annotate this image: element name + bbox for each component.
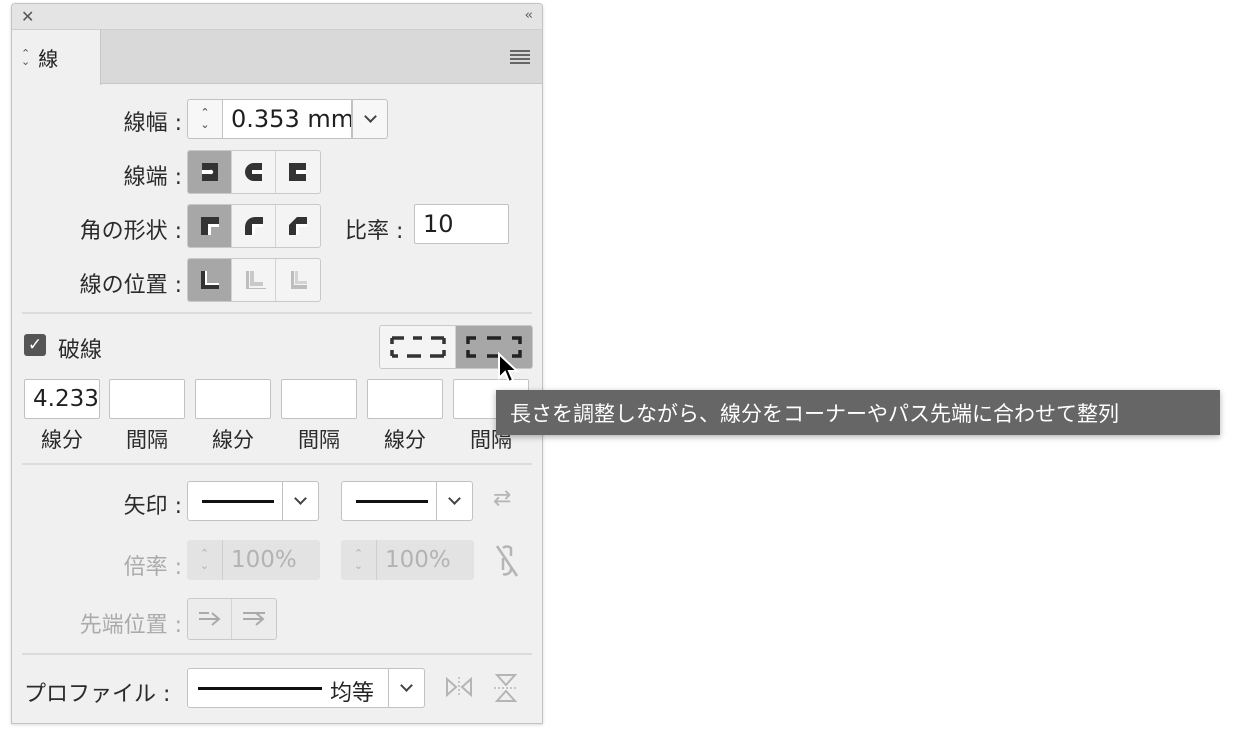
align-center-button[interactable] (188, 259, 232, 301)
panel-titlebar: ✕ ‹‹ (12, 4, 542, 30)
tooltip: 長さを調整しながら、線分をコーナーやパス先端に合わせて整列 (496, 390, 1220, 435)
weight-input[interactable]: 0.353 mm (222, 99, 352, 139)
preserve-dash-icon (389, 336, 446, 358)
dash-input-2[interactable] (195, 379, 271, 419)
chevron-down-icon (294, 492, 307, 505)
dash-input-3[interactable] (367, 379, 443, 419)
dash-label-3: 線分 (384, 428, 426, 452)
dashed-line-label: 破線 (58, 338, 103, 363)
projecting-cap-button[interactable] (276, 151, 320, 193)
gap-label-2: 間隔 (298, 428, 340, 452)
chevron-down-icon (448, 492, 461, 505)
section-divider (22, 653, 532, 655)
arrowhead-none-preview (202, 500, 274, 503)
width-profile-select[interactable]: 均等 (187, 668, 425, 708)
expand-toggle-icon[interactable]: ⌃ ⌄ (21, 48, 30, 67)
align-inside-icon (245, 271, 266, 289)
collapse-icon[interactable]: ‹‹ (525, 8, 534, 23)
butt-cap-icon (201, 163, 218, 181)
chevron-down-icon (400, 679, 413, 692)
start-scale-value: 100% (231, 547, 297, 573)
flip-along-icon[interactable] (445, 675, 473, 705)
end-arrowhead-select[interactable] (341, 481, 473, 521)
weight-dropdown-button[interactable] (352, 99, 388, 139)
section-divider (22, 312, 532, 314)
arrowhead-none-preview (356, 500, 428, 503)
gap-input-2[interactable] (281, 379, 357, 419)
preserve-dash-button[interactable] (380, 326, 456, 368)
round-join-button[interactable] (232, 205, 276, 247)
tab-stroke-label: 線 (38, 47, 59, 71)
limit-input[interactable]: 10 (414, 204, 509, 244)
arrow-at-end-icon (243, 612, 265, 626)
align-outside-button[interactable] (276, 259, 320, 301)
link-scale-icon[interactable] (495, 544, 519, 584)
panel-tabbar: ⌃ ⌄ 線 (12, 30, 542, 85)
close-icon[interactable]: ✕ (21, 7, 34, 26)
panel-menu-icon[interactable] (510, 50, 530, 64)
round-cap-icon (244, 163, 262, 181)
weight-label: 線幅 : (123, 111, 182, 136)
start-scale-stepper[interactable]: ⌃ ⌄ (187, 540, 223, 580)
start-scale-field[interactable]: ⌃ ⌄ 100% (187, 540, 320, 580)
round-join-icon (244, 217, 263, 235)
profile-name: 均等 (330, 681, 375, 706)
projecting-cap-icon (289, 163, 306, 181)
end-scale-field[interactable]: ⌃ ⌄ 100% (341, 540, 474, 580)
arrow-align-label: 先端位置 : (79, 613, 182, 638)
start-arrowhead-dropdown[interactable] (282, 482, 318, 520)
end-scale-stepper[interactable]: ⌃ ⌄ (341, 540, 377, 580)
miter-join-icon (200, 217, 219, 235)
align-stroke-button-group (187, 258, 321, 302)
limit-label: 比率 : (345, 219, 404, 244)
weight-stepper[interactable]: ⌃ ⌄ (187, 99, 223, 139)
corner-label: 角の形状 : (79, 219, 182, 244)
arrow-at-end-button[interactable] (232, 599, 276, 639)
round-cap-button[interactable] (232, 151, 276, 193)
stroke-panel: ✕ ‹‹ ⌃⌄ 線 線幅 : ⌃⌄ 0.353 mm 線端 : 角の形状 : (11, 3, 543, 724)
arrow-beyond-end-button[interactable] (188, 599, 232, 639)
bevel-join-button[interactable] (276, 205, 320, 247)
align-outside-icon (291, 271, 307, 289)
flip-across-icon[interactable] (493, 673, 519, 709)
arrow-align-button-group (187, 598, 277, 640)
section-divider (22, 463, 532, 465)
profile-preview-line (198, 687, 322, 690)
chevron-down-icon (363, 110, 377, 123)
profile-dropdown[interactable] (388, 669, 424, 707)
mouse-pointer-icon (498, 352, 520, 384)
swap-arrowheads-icon[interactable]: ⇄ (493, 486, 511, 511)
end-scale-value: 100% (385, 547, 451, 573)
corner-button-group (187, 204, 321, 248)
cap-label: 線端 : (123, 165, 182, 190)
end-arrowhead-dropdown[interactable] (436, 482, 472, 520)
bevel-join-icon (289, 217, 307, 235)
align-inside-button[interactable] (232, 259, 276, 301)
start-arrowhead-select[interactable] (187, 481, 319, 521)
dash-label-2: 線分 (212, 428, 254, 452)
butt-cap-button[interactable] (188, 151, 232, 193)
align-stroke-label: 線の位置 : (79, 273, 182, 298)
profile-label: プロファイル : (24, 682, 171, 707)
arrow-scale-label: 倍率 : (123, 555, 182, 580)
arrow-beyond-end-icon (198, 612, 221, 626)
dash-input-1[interactable]: 4.233 (24, 379, 100, 419)
gap-label-1: 間隔 (126, 428, 168, 452)
dash-label-1: 線分 (41, 428, 83, 452)
arrowheads-label: 矢印 : (123, 494, 182, 519)
miter-join-button[interactable] (188, 205, 232, 247)
cap-button-group (187, 150, 321, 194)
dashed-line-checkbox[interactable]: ✓ (24, 334, 46, 356)
gap-input-1[interactable] (109, 379, 185, 419)
align-center-icon (200, 271, 219, 289)
tab-stroke[interactable]: ⌃ ⌄ 線 (12, 30, 101, 85)
